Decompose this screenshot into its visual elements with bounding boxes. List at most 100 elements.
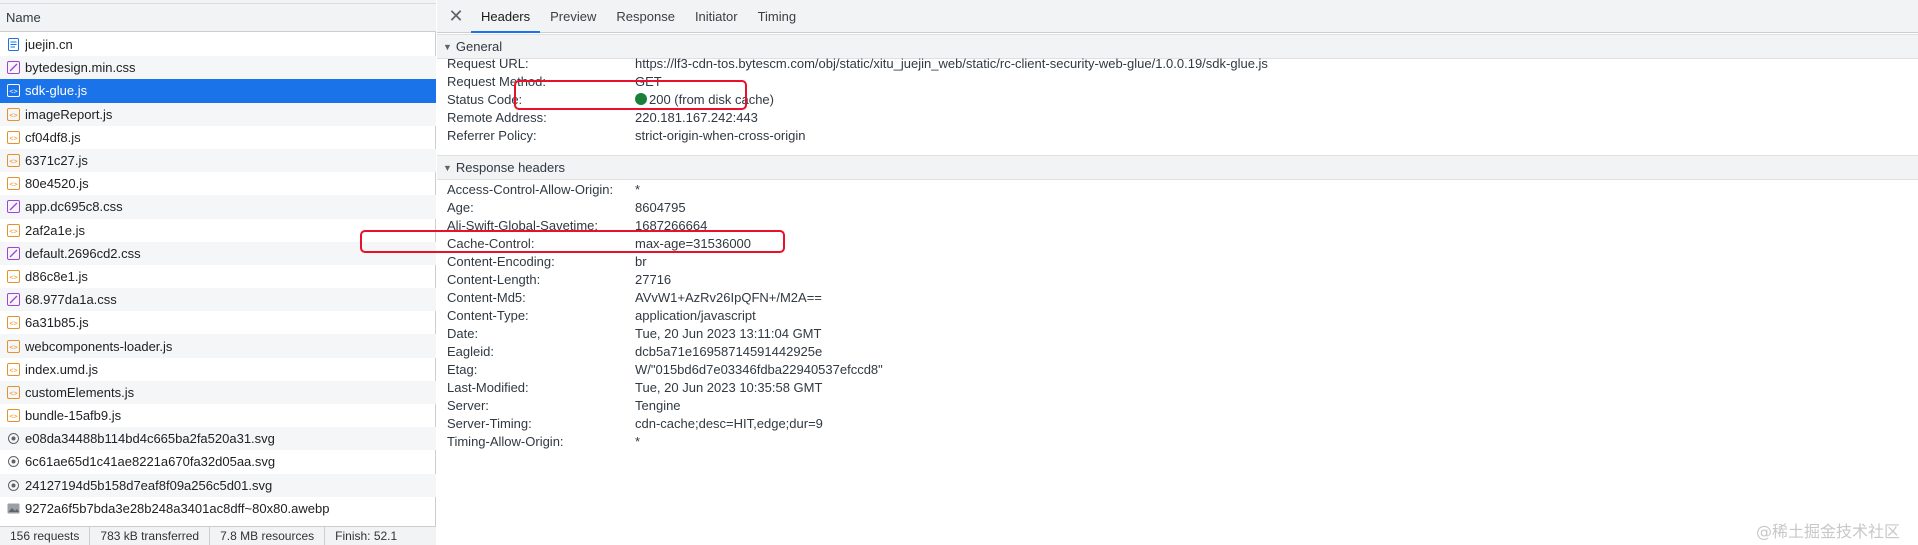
header-name: Eagleid: <box>447 344 494 359</box>
request-row[interactable]: <> sdk-glue.js <box>0 79 436 103</box>
request-name: bytedesign.min.css <box>25 60 136 76</box>
response-headers-section-title: Response headers <box>455 160 566 175</box>
stylesheet-icon <box>7 293 20 307</box>
request-list: juejin.cn bytedesign.min.css <> sdk-glue.js… <box>0 33 436 520</box>
request-row[interactable]: <> cf04df8.js <box>0 126 436 149</box>
header-name: Last-Modified: <box>447 380 529 395</box>
tab-preview[interactable]: Preview <box>540 0 606 33</box>
script-icon: <> <box>7 107 20 121</box>
request-row[interactable]: <> index.umd.js <box>0 358 436 381</box>
request-row[interactable]: bytedesign.min.css <box>0 56 436 80</box>
finish-time: Finish: 52.1 <box>335 528 398 543</box>
header-name: Server-Timing: <box>447 416 532 431</box>
script-icon: <> <box>7 362 20 376</box>
script-icon: <> <box>7 223 20 237</box>
request-name: bundle-15afb9.js <box>25 408 122 424</box>
svg-image-icon <box>7 479 20 492</box>
script-icon: <> <box>7 385 20 399</box>
header-name: Content-Type: <box>447 308 529 323</box>
response-headers-section-header[interactable]: ▼ Response headers <box>437 155 1918 180</box>
header-value: * <box>635 434 641 449</box>
header-value: * <box>635 182 641 197</box>
request-name: juejin.cn <box>25 37 73 53</box>
header-name: Status Code: <box>447 92 523 107</box>
request-name: 6a31b85.js <box>25 315 89 331</box>
close-icon[interactable]: ✕ <box>441 0 471 33</box>
header-value: br <box>635 254 647 269</box>
header-name: Access-Control-Allow-Origin: <box>447 182 614 197</box>
stylesheet-icon <box>7 61 20 75</box>
svg-image-icon <box>7 455 20 468</box>
request-name: 9272a6f5b7bda3e28b248a3401ac8dff~80x80.a… <box>25 500 330 516</box>
header-name: Remote Address: <box>447 110 547 125</box>
header-value: application/javascript <box>635 308 756 323</box>
watermark: @稀土掘金技术社区 <box>1755 522 1900 541</box>
header-name: Server: <box>447 398 489 413</box>
svg-text:<>: <> <box>9 389 17 397</box>
svg-text:<>: <> <box>9 320 17 328</box>
details-tab-bar: ✕ Headers Preview Response Initiator Tim… <box>437 0 1918 33</box>
request-name: 24127194d5b158d7eaf8f09a256c5d01.svg <box>25 477 273 493</box>
header-name: Etag: <box>447 362 478 377</box>
request-row[interactable]: <> imageReport.js <box>0 102 436 126</box>
header-name: Content-Length: <box>447 272 541 287</box>
request-count: 156 requests <box>0 527 91 545</box>
request-row[interactable]: e08da34488b114bd4c665ba2fa520a31.svg <box>0 427 436 451</box>
header-value: Tue, 20 Jun 2023 10:35:58 GMT <box>635 380 823 395</box>
tab-headers[interactable]: Headers <box>471 0 541 33</box>
request-row[interactable]: <> d86c8e1.js <box>0 265 436 288</box>
request-row[interactable]: <> webcomponents-loader.js <box>0 334 436 358</box>
response-header-row: Timing-Allow-Origin: * <box>437 430 1918 452</box>
tab-initiator[interactable]: Initiator <box>685 0 748 33</box>
request-row[interactable]: 24127194d5b158d7eaf8f09a256c5d01.svg <box>0 473 436 497</box>
svg-text:<>: <> <box>9 158 17 166</box>
svg-image-icon <box>7 432 20 445</box>
stylesheet-icon <box>7 200 20 214</box>
header-name: Content-Md5: <box>447 290 526 305</box>
request-row[interactable]: <> customElements.js <box>0 380 436 404</box>
svg-text:<>: <> <box>9 227 17 235</box>
transferred-size: 783 kB transferred <box>90 527 211 545</box>
request-name: default.2696cd2.css <box>25 245 141 261</box>
request-name: index.umd.js <box>25 361 98 377</box>
svg-text:<>: <> <box>9 273 17 281</box>
request-row[interactable]: juejin.cn <box>0 33 436 56</box>
document-icon <box>7 38 20 52</box>
stylesheet-icon <box>7 246 20 260</box>
svg-text:<>: <> <box>9 111 17 119</box>
header-value: Tue, 20 Jun 2023 13:11:04 GMT <box>635 326 822 341</box>
header-name: Timing-Allow-Origin: <box>447 434 564 449</box>
svg-text:<>: <> <box>9 88 17 96</box>
request-name: imageReport.js <box>25 106 113 122</box>
request-row[interactable]: 9272a6f5b7bda3e28b248a3401ac8dff~80x80.a… <box>0 497 436 520</box>
request-row[interactable]: <> 6371c27.js <box>0 148 436 173</box>
header-name: Request URL: <box>447 56 529 71</box>
header-name: Content-Encoding: <box>447 254 555 269</box>
header-name: Referrer Policy: <box>447 128 537 143</box>
cache-control-highlight-box <box>360 230 785 253</box>
request-name: webcomponents-loader.js <box>25 338 173 354</box>
svg-text:<>: <> <box>9 366 17 374</box>
request-row[interactable]: <> 80e4520.js <box>0 172 436 195</box>
header-value: W/"015bd6d7e03346fdba22940537efccd8" <box>635 362 883 377</box>
request-row[interactable]: <> 6a31b85.js <box>0 311 436 334</box>
header-value: 8604795 <box>635 200 686 215</box>
header-value: dcb5a71e16958714591442925e <box>635 344 823 359</box>
request-row[interactable]: 68.977da1a.css <box>0 288 436 312</box>
request-row[interactable]: app.dc695c8.css <box>0 195 436 219</box>
request-row[interactable]: <> bundle-15afb9.js <box>0 404 436 427</box>
resources-size: 7.8 MB resources <box>210 527 326 545</box>
request-name: customElements.js <box>25 384 135 400</box>
request-row[interactable]: 6c61ae65d1c41ae8221a670fa32d05aa.svg <box>0 450 436 473</box>
request-name: sdk-glue.js <box>25 83 88 99</box>
request-name: d86c8e1.js <box>25 268 88 284</box>
tab-timing[interactable]: Timing <box>748 0 807 33</box>
header-value: https://lf3-cdn-tos.bytescm.com/obj/stat… <box>635 56 1268 71</box>
status-code-highlight-box <box>514 80 747 110</box>
summary-status-bar: 156 requests 783 kB transferred 7.8 MB r… <box>0 526 436 545</box>
header-name: Date: <box>447 326 479 341</box>
tab-response[interactable]: Response <box>606 0 685 33</box>
script-icon: <> <box>7 409 20 423</box>
name-column-header[interactable]: Name <box>0 4 436 32</box>
request-name: e08da34488b114bd4c665ba2fa520a31.svg <box>25 431 275 447</box>
